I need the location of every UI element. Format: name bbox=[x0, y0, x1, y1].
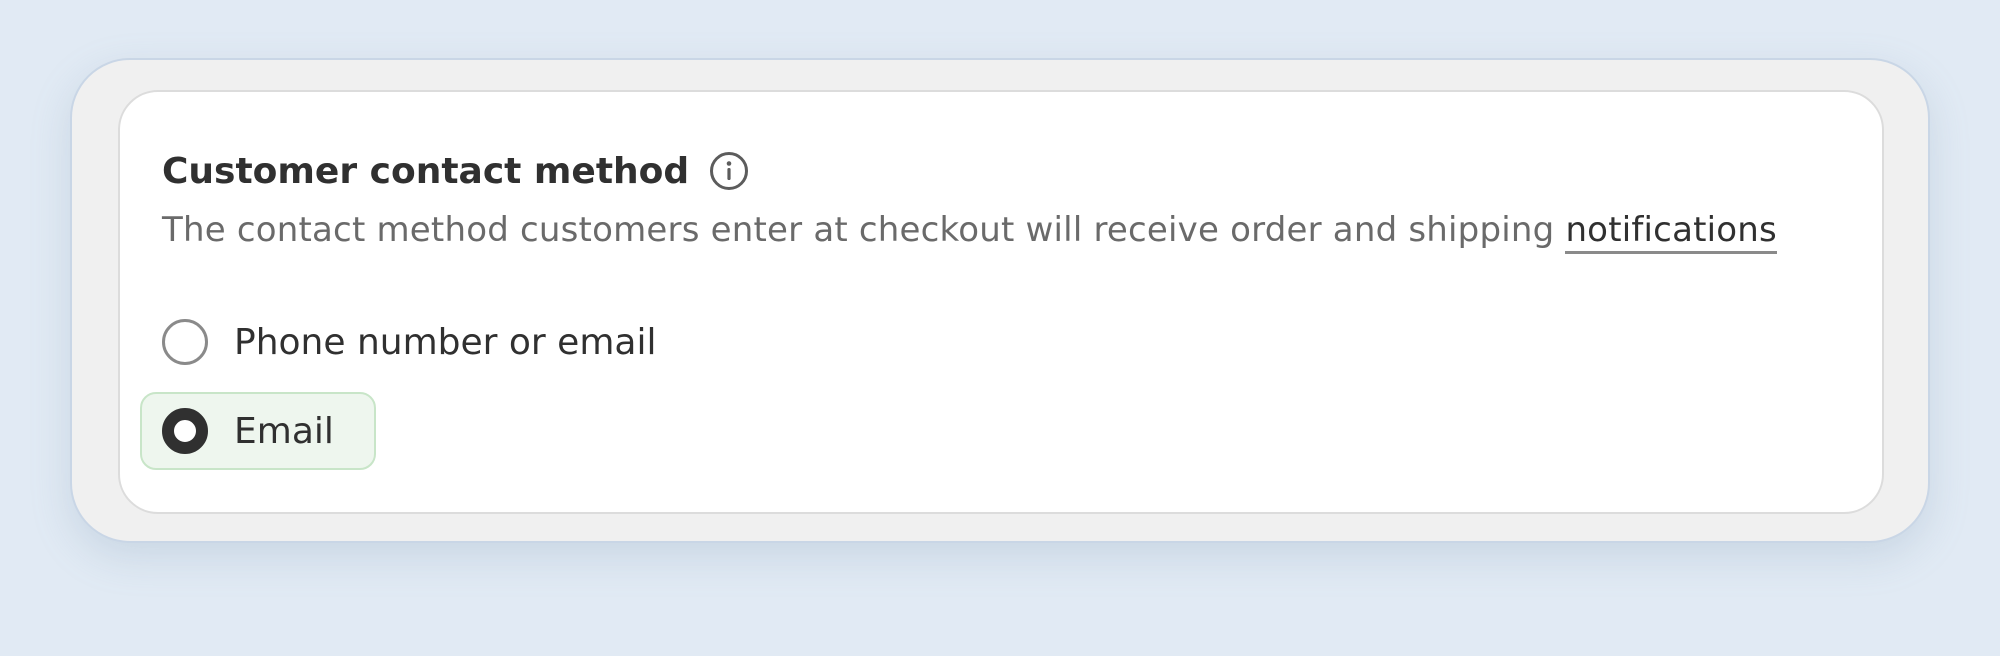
info-icon[interactable] bbox=[709, 151, 749, 191]
section-title: Customer contact method bbox=[162, 150, 690, 192]
radio-label: Email bbox=[234, 410, 334, 452]
radio-button-checked[interactable] bbox=[162, 408, 208, 454]
section-description: The contact method customers enter at ch… bbox=[162, 210, 1777, 254]
radio-label: Phone number or email bbox=[234, 321, 657, 363]
radio-option-email[interactable]: Email bbox=[140, 392, 376, 470]
radio-option-phone-or-email[interactable]: Phone number or email bbox=[140, 304, 678, 380]
customer-contact-method-card: Customer contact method The contact meth… bbox=[118, 90, 1884, 514]
notifications-link[interactable]: notifications bbox=[1565, 210, 1777, 254]
settings-card-frame: Customer contact method The contact meth… bbox=[70, 58, 1930, 543]
description-text: The contact method customers enter at ch… bbox=[162, 210, 1566, 250]
radio-button-unchecked[interactable] bbox=[162, 319, 208, 365]
section-header: Customer contact method bbox=[162, 144, 749, 198]
